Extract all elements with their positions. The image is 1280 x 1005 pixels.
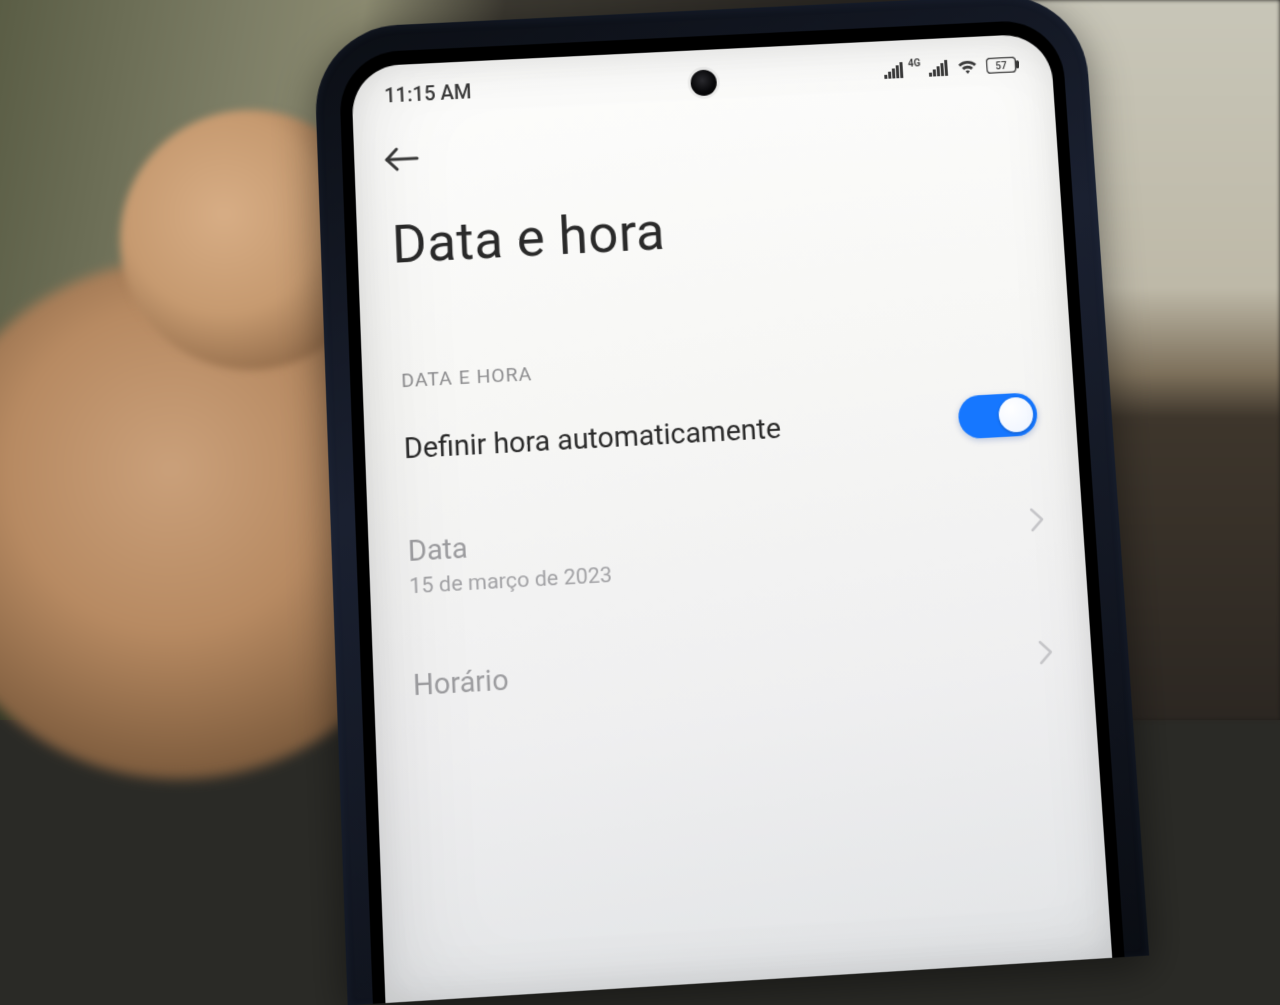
row-auto-time-label: Definir hora automaticamente xyxy=(403,411,781,465)
status-time: 11:15 AM xyxy=(384,79,472,107)
chevron-right-icon xyxy=(1038,639,1054,669)
row-auto-time[interactable]: Definir hora automaticamente xyxy=(403,392,1038,469)
signal-icon-2 xyxy=(928,60,949,77)
battery-icon: 57 xyxy=(986,56,1021,74)
page-title: Data e hora xyxy=(391,200,667,276)
signal-icon xyxy=(884,62,905,79)
chevron-right-icon xyxy=(1029,507,1045,537)
back-arrow-icon xyxy=(382,142,424,176)
row-time[interactable]: Horário xyxy=(412,631,1053,702)
toggle-knob-icon xyxy=(998,396,1034,433)
back-button[interactable] xyxy=(382,142,424,176)
row-date[interactable]: Data 15 de março de 2023 xyxy=(407,499,1047,600)
phone: 11:15 AM 4G xyxy=(351,33,1112,1003)
auto-time-toggle[interactable] xyxy=(957,392,1038,439)
row-time-label: Horário xyxy=(412,631,1053,702)
network-4g-label: 4G xyxy=(908,58,921,70)
battery-text: 57 xyxy=(995,61,1007,72)
section-label: DATA E HORA xyxy=(401,362,533,393)
status-icons: 4G xyxy=(884,56,1020,79)
wifi-icon xyxy=(956,58,979,75)
screen: 11:15 AM 4G xyxy=(351,33,1112,1003)
